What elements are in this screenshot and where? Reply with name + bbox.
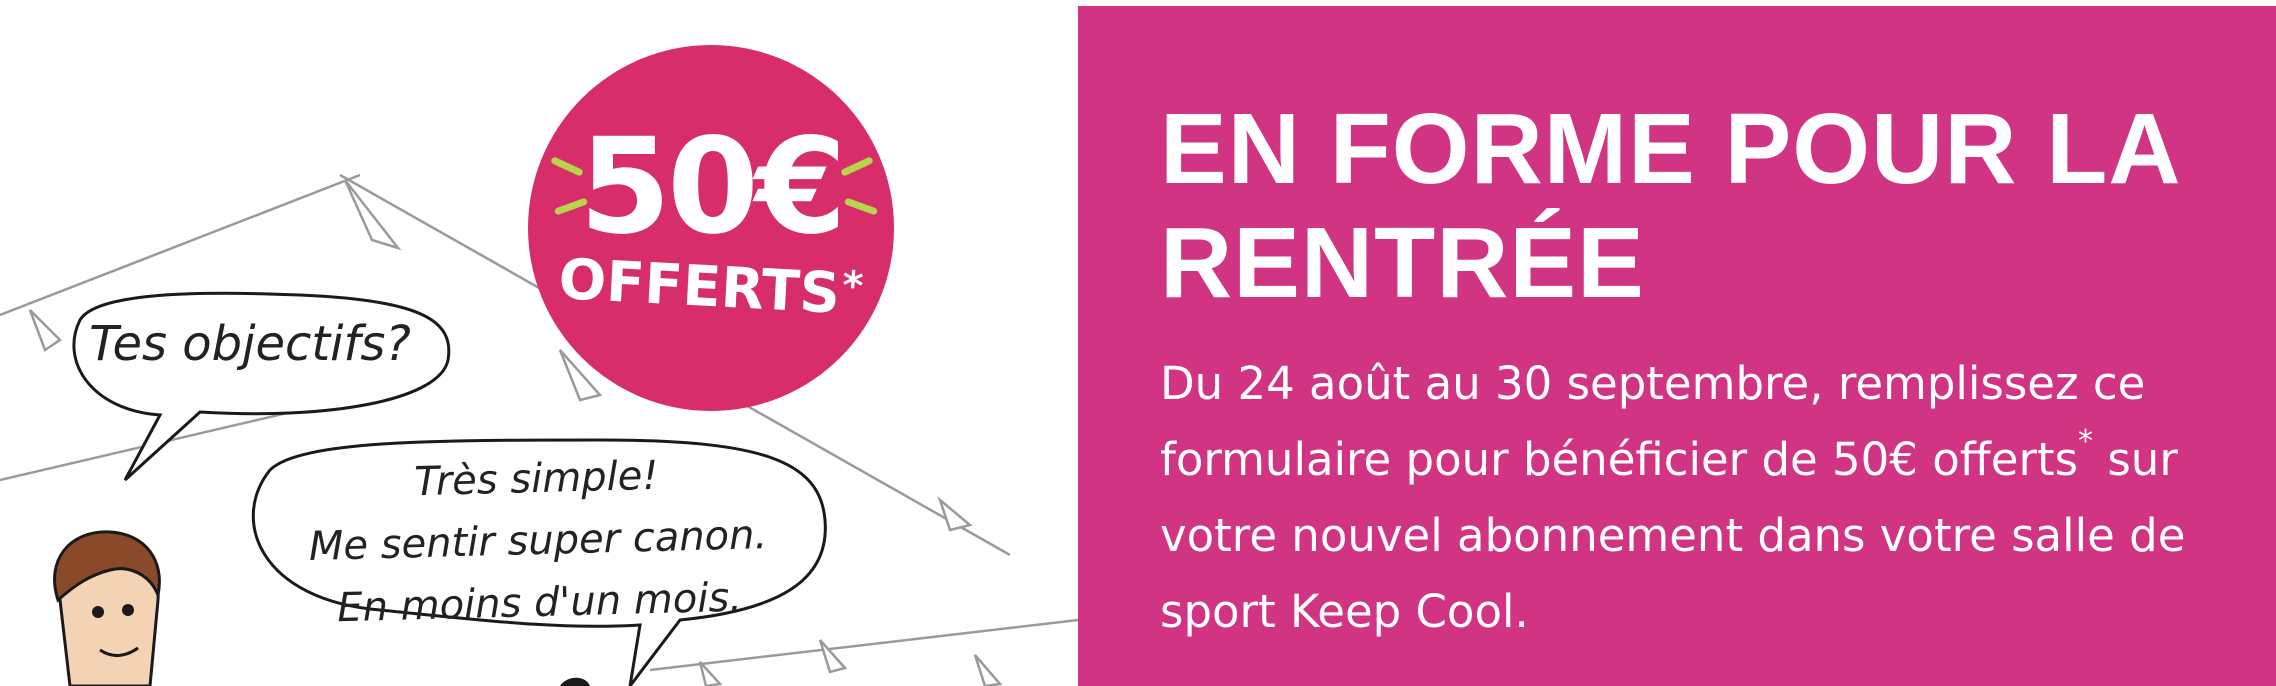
promo-title: EN FORME POUR LA RENTRÉE [1160,93,2178,319]
discount-badge: 50€ OFFERTS* [528,45,894,411]
answer-bubble-text: Très simple! Me sentir super canon. En m… [256,441,821,642]
promo-description: Du 24 août au 30 septembre, remplissez c… [1160,346,2210,650]
promo-illustration: Tes objectifs? Très simple! Me sentir su… [0,0,1078,686]
promo-description-start: Du 24 août au 30 septembre, remplissez c… [1160,357,2146,486]
badge-amount: 50€ [579,110,847,264]
badge-label-text: OFFERTS [557,247,842,327]
badge-asterisk: * [841,262,865,310]
promo-asterisk: * [2078,424,2094,459]
promo-panel: EN FORME POUR LA RENTRÉE Du 24 août au 3… [1078,6,2276,686]
question-bubble-text: Tes objectifs? [89,316,411,372]
